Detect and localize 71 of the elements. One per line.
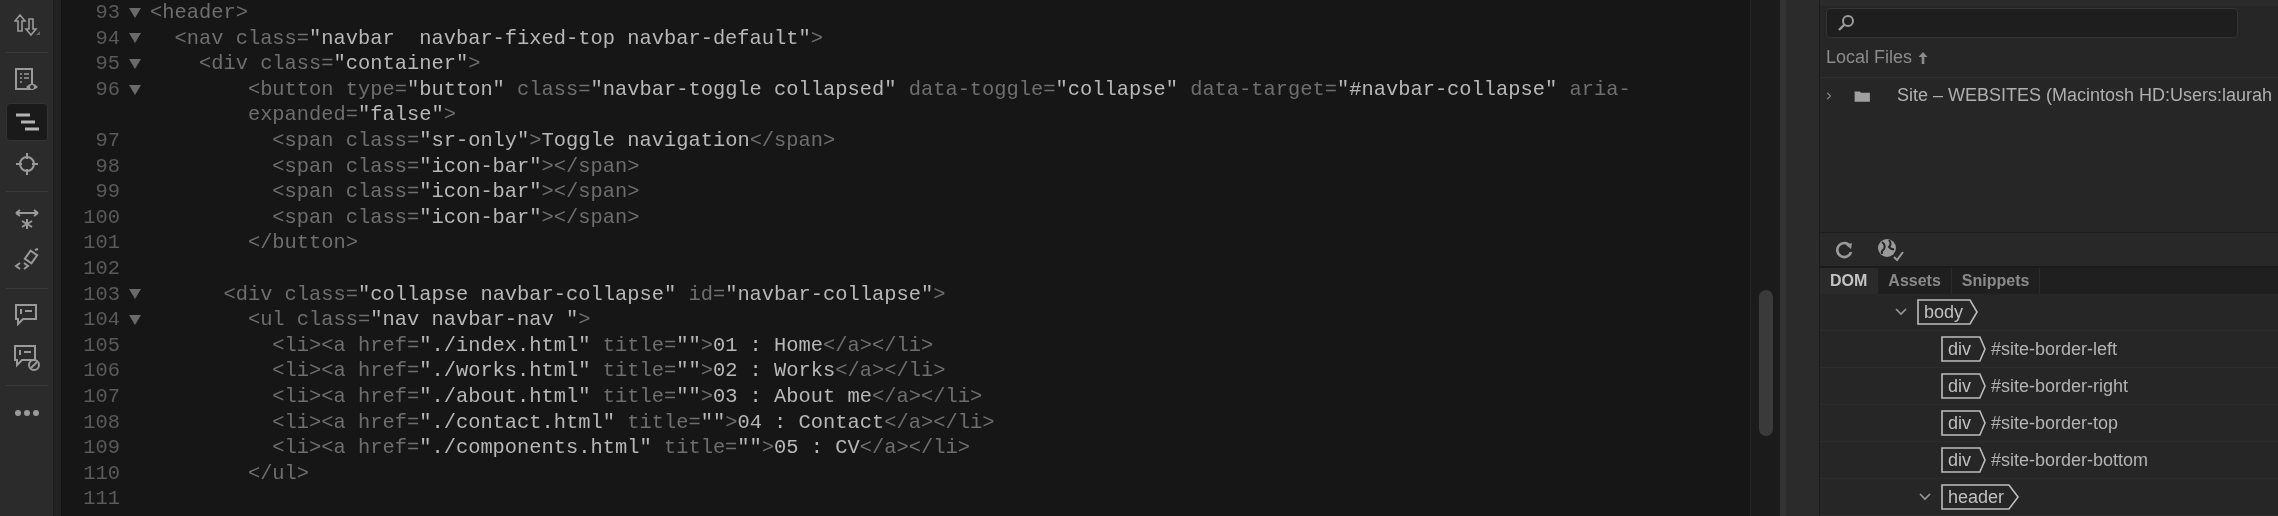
line-number: 94 — [94, 25, 120, 52]
fold-toggle-icon[interactable] — [129, 313, 141, 326]
code-line: <nav class="navbar navbar-fixed-top navbar-default"> — [173, 25, 824, 52]
line-number: 107 — [82, 383, 120, 410]
fold-toggle-icon[interactable] — [129, 58, 141, 70]
element-id: #site-border-top — [1991, 411, 2119, 435]
globe-check-icon[interactable] — [1876, 236, 1906, 263]
line-number: 95 — [94, 51, 120, 77]
code-line: <div class="container"> — [197, 51, 481, 77]
refresh-icon[interactable] — [1834, 239, 1854, 260]
fold-toggle-icon[interactable] — [129, 32, 141, 45]
comment-disabled-icon — [12, 344, 41, 372]
line-number: 106 — [82, 358, 120, 384]
sort-arrows-icon — [13, 13, 40, 37]
site-item[interactable]: Site – WEBSITES (Macintosh HD:Users:laurah — [1896, 82, 2272, 109]
line-number: 93 — [94, 0, 120, 26]
line-number: 101 — [82, 230, 120, 256]
code-line: <button type="button" class="navbar-toggle collapsed" data-toggle="collapse" data-target="#navbar-collapse" aria- — [246, 76, 1631, 103]
sort-arrow-icon[interactable] — [1918, 50, 1929, 65]
search-icon — [1837, 14, 1855, 32]
code-line: <li><a href="./index.html" title="">01 : Home</a></li> — [271, 332, 934, 359]
line-number: 111 — [82, 486, 120, 512]
outline-button[interactable] — [5, 103, 48, 141]
panel-header[interactable]: Local Files — [1826, 44, 1913, 71]
code-line: <span class="icon-bar"></span> — [271, 179, 640, 205]
code-line: <header> — [150, 0, 248, 26]
line-number: 110 — [82, 460, 120, 487]
more-icon — [13, 409, 40, 417]
element-tag[interactable]: header — [1942, 485, 2019, 509]
code-line: expanded="false"> — [246, 102, 456, 128]
code-line: <span class="sr-only">Toggle navigation</span> — [271, 127, 836, 154]
code-line: <span class="icon-bar"></span> — [271, 204, 640, 231]
code-line: <li><a href="./works.html" title="">02 : Works</a></li> — [271, 358, 946, 384]
element-tag[interactable]: body — [1918, 300, 1978, 324]
expand-chevron-icon[interactable] — [1894, 307, 1908, 317]
code-line: <span class="icon-bar"></span> — [271, 153, 640, 180]
code-line: <li><a href="./about.html" title="">03 : About me</a></li> — [271, 383, 983, 410]
line-number: 108 — [82, 409, 120, 436]
line-number: 109 — [82, 435, 120, 461]
element-tag[interactable]: div — [1942, 374, 1985, 398]
code-line: </ul> — [246, 460, 310, 487]
element-id: #site-border-bottom — [1991, 448, 2149, 472]
element-tag[interactable]: div — [1942, 411, 1985, 435]
line-number: 96 — [94, 76, 120, 103]
fold-toggle-icon[interactable] — [129, 83, 141, 96]
code-line: <div class="collapse navbar-collapse" id="navbar-collapse"> — [222, 281, 946, 308]
line-number: 104 — [82, 307, 120, 333]
code-line: <li><a href="./contact.html" title="">04 : Contact</a></li> — [271, 409, 995, 436]
element-id: #site-border-right — [1991, 374, 2129, 398]
search-field[interactable] — [1826, 8, 2238, 38]
comment-icon — [13, 303, 40, 329]
line-number: 102 — [82, 255, 120, 282]
element-tag[interactable]: div — [1942, 448, 1985, 472]
code-line: <ul class="nav navbar-nav "> — [246, 307, 591, 333]
code-line: </button> — [246, 230, 359, 256]
expand-chevron-icon[interactable] — [1918, 492, 1932, 502]
element-tag[interactable]: div — [1942, 337, 1985, 361]
line-number: 99 — [94, 179, 120, 205]
line-number: 100 — [82, 204, 120, 231]
code-line: <li><a href="./components.html" title="">05 : CV</a></li> — [271, 435, 970, 461]
resize-asterisk-icon — [13, 207, 40, 231]
fold-toggle-icon[interactable] — [129, 6, 141, 19]
panel-tab[interactable]: DOM — [1820, 268, 1879, 294]
fold-toggle-icon[interactable] — [129, 288, 141, 301]
line-number: 98 — [94, 153, 120, 180]
scrollbar-thumb[interactable] — [1758, 290, 1773, 436]
target-icon — [14, 152, 39, 176]
line-number: 105 — [82, 332, 120, 359]
line-number: 103 — [82, 281, 120, 308]
element-id: #site-border-left — [1991, 337, 2118, 361]
line-number: 97 — [94, 127, 120, 154]
